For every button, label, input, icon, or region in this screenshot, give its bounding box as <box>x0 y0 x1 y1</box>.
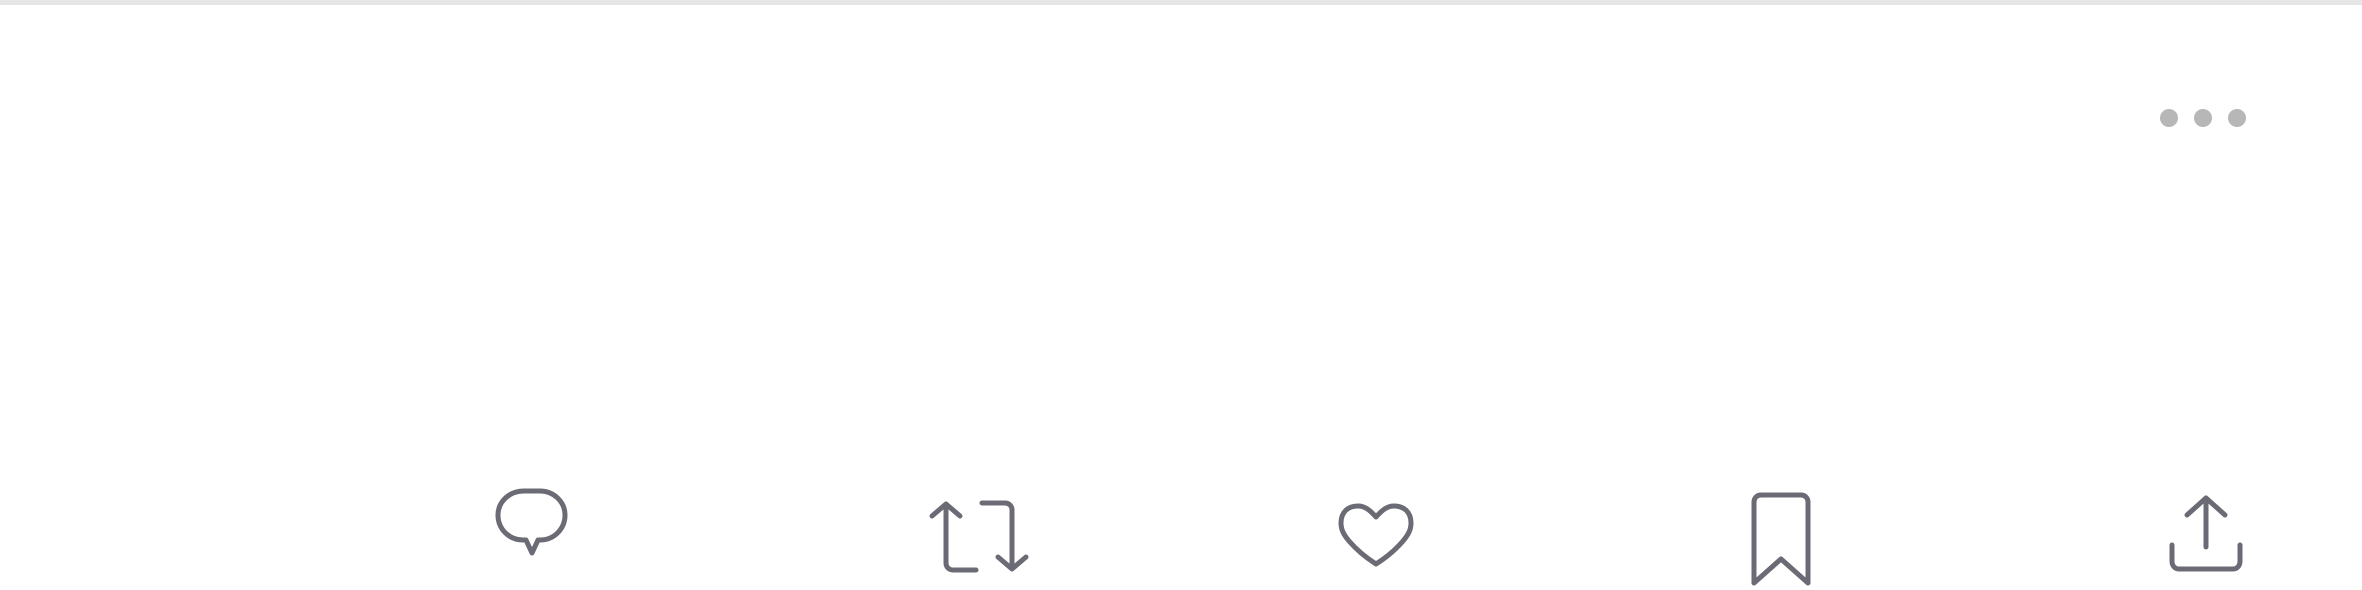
more-horizontal-icon <box>2160 109 2246 127</box>
speech-bubble-icon <box>495 488 568 556</box>
repost-arrows-icon <box>929 500 1029 573</box>
more-options-button[interactable] <box>2148 98 2258 138</box>
like-button[interactable] <box>1316 480 1436 590</box>
top-divider <box>0 0 2362 5</box>
repost-button[interactable] <box>927 480 1047 590</box>
share-upload-icon <box>2169 495 2243 572</box>
heart-icon <box>1338 503 1414 567</box>
bookmark-button[interactable] <box>1721 480 1841 590</box>
bookmark-icon <box>1751 492 1811 586</box>
share-button[interactable] <box>2146 480 2266 590</box>
reply-button[interactable] <box>470 480 590 590</box>
